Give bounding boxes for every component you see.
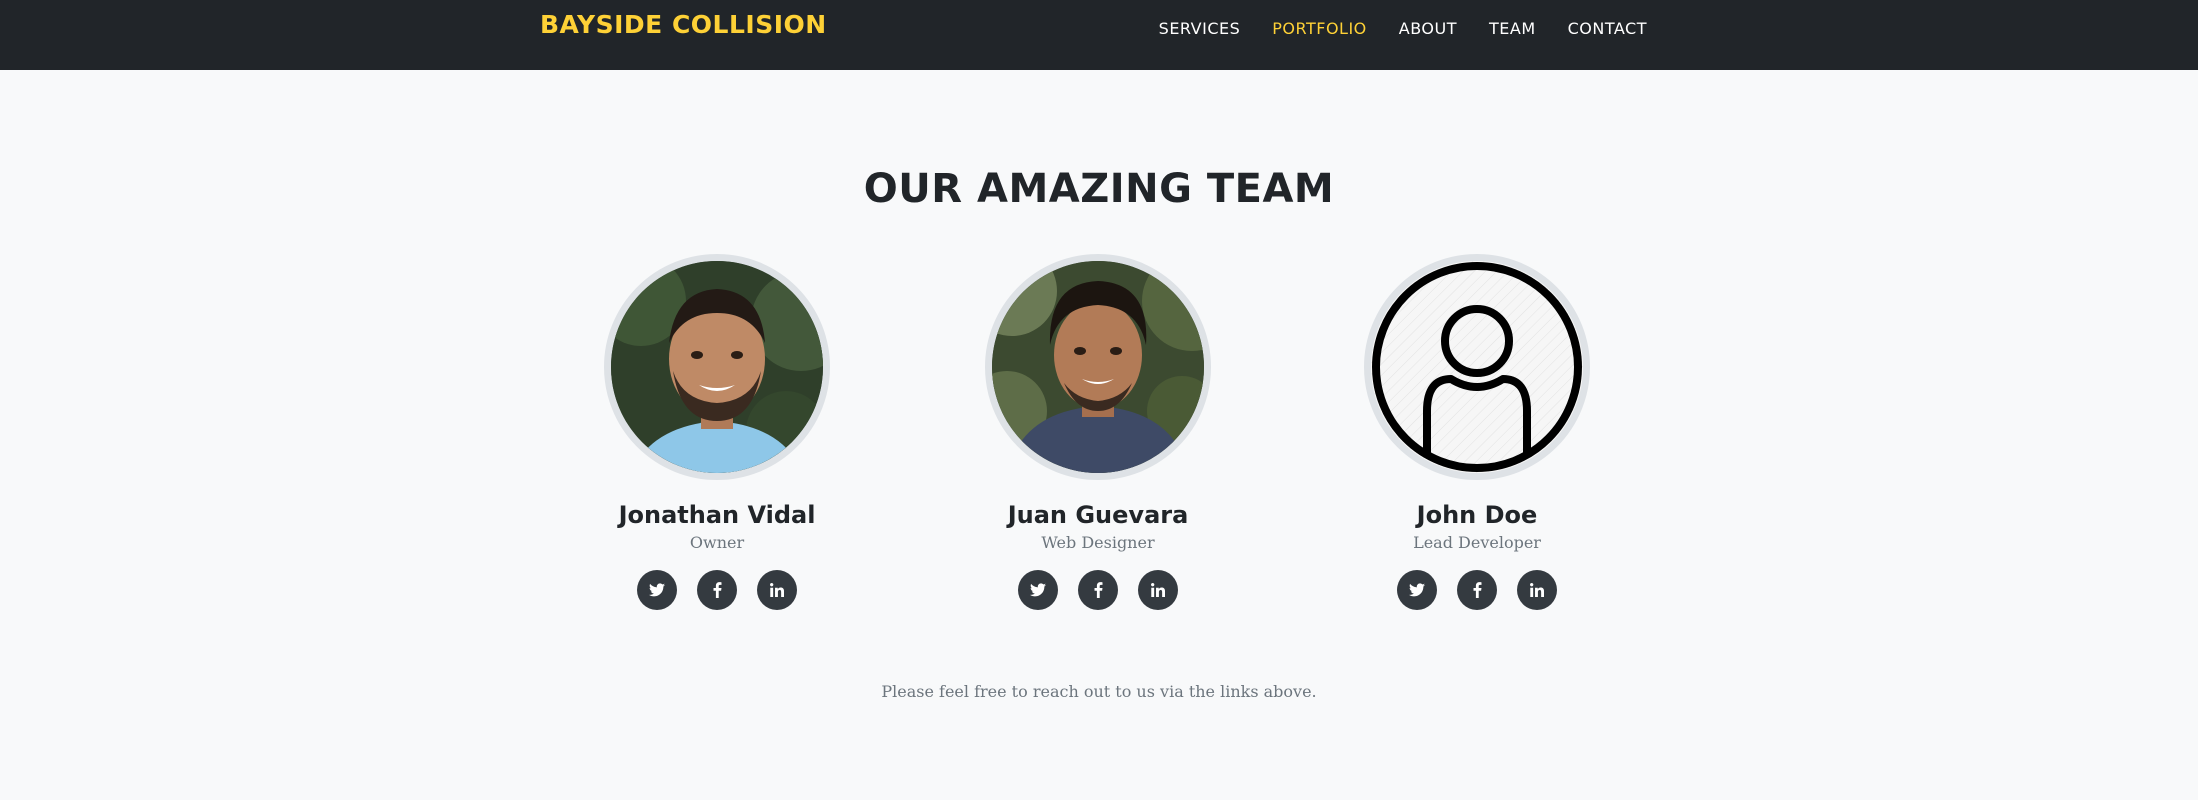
team-member-role: Lead Developer xyxy=(1413,533,1541,552)
social-links xyxy=(948,570,1248,610)
team-member-card: Jonathan Vidal Owner xyxy=(567,254,867,610)
social-links xyxy=(1327,570,1627,610)
team-member-role: Web Designer xyxy=(1041,533,1155,552)
team-member-card: Juan Guevara Web Designer xyxy=(948,254,1248,610)
facebook-icon[interactable] xyxy=(1078,570,1118,610)
nav-link-portfolio[interactable]: PORTFOLIO xyxy=(1272,18,1367,40)
facebook-icon[interactable] xyxy=(697,570,737,610)
team-member-role: Owner xyxy=(689,533,745,552)
nav-link-about[interactable]: ABOUT xyxy=(1399,18,1457,40)
linkedin-icon[interactable] xyxy=(1138,570,1178,610)
team-contact-note: Please feel free to reach out to us via … xyxy=(881,682,1317,701)
team-member-photo xyxy=(1364,254,1590,480)
facebook-icon[interactable] xyxy=(1457,570,1497,610)
navbar: BAYSIDE COLLISION SERVICES PORTFOLIO ABO… xyxy=(0,0,2198,70)
team-member-photo xyxy=(985,254,1211,480)
linkedin-icon[interactable] xyxy=(1517,570,1557,610)
team-section-heading: OUR AMAZING TEAM xyxy=(863,166,1335,212)
main-nav: SERVICES PORTFOLIO ABOUT TEAM CONTACT xyxy=(1127,18,1647,40)
nav-link-services[interactable]: SERVICES xyxy=(1159,18,1241,40)
default-user-icon xyxy=(1371,261,1583,473)
team-member-photo xyxy=(604,254,830,480)
twitter-icon[interactable] xyxy=(1018,570,1058,610)
twitter-icon[interactable] xyxy=(1397,570,1437,610)
nav-link-contact[interactable]: CONTACT xyxy=(1568,18,1647,40)
team-member-name: John Doe xyxy=(1416,501,1538,529)
team-member-name: Jonathan Vidal xyxy=(618,501,816,529)
twitter-icon[interactable] xyxy=(637,570,677,610)
nav-link-team[interactable]: TEAM xyxy=(1489,18,1536,40)
team-member-name: Juan Guevara xyxy=(1007,501,1189,529)
team-member-card: John Doe Lead Developer xyxy=(1327,254,1627,610)
linkedin-icon[interactable] xyxy=(757,570,797,610)
brand-logo-link[interactable]: BAYSIDE COLLISION xyxy=(540,10,827,40)
social-links xyxy=(567,570,867,610)
